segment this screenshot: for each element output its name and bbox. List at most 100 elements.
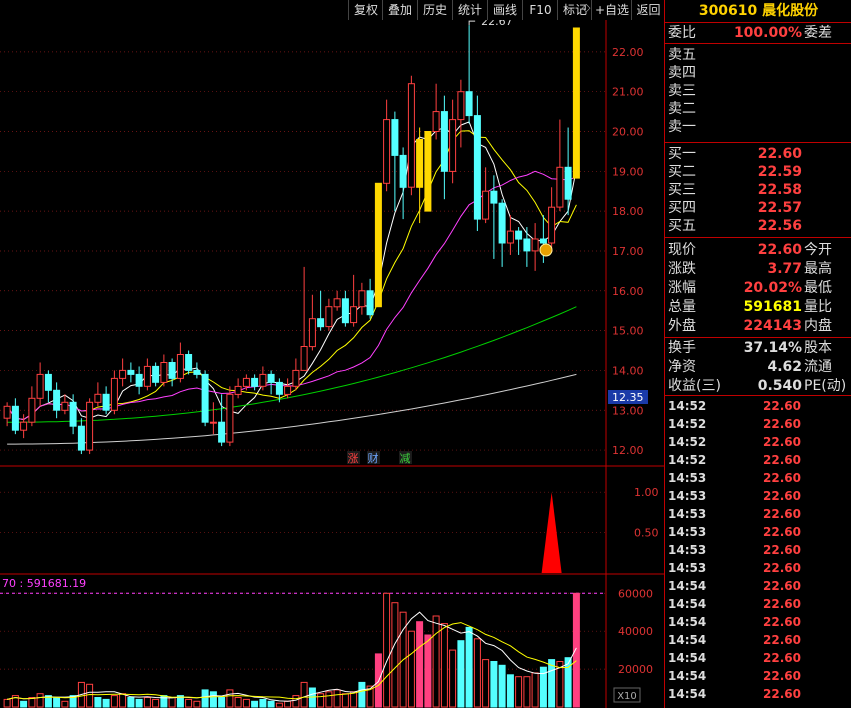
toolbar-button[interactable]: +自选	[591, 0, 632, 20]
tick-time: 14:54	[668, 669, 707, 683]
marker-label: 涨	[348, 452, 359, 465]
quote-label-secondary: 最低	[804, 280, 832, 296]
candle	[20, 421, 28, 431]
candle	[193, 369, 201, 375]
candle	[465, 91, 473, 117]
tick-price: 22.60	[763, 507, 801, 521]
toolbar-button[interactable]: F10	[522, 0, 558, 20]
candle	[506, 230, 514, 244]
quote-value: 4.62	[767, 359, 802, 375]
separator	[665, 43, 851, 44]
diamond-icon[interactable]: ◇	[582, 2, 594, 14]
volume-bar	[110, 695, 118, 708]
volume-bar	[424, 634, 432, 708]
volume-bar	[102, 698, 110, 708]
candle	[498, 202, 506, 244]
toolbar-button[interactable]: 统计	[452, 0, 487, 20]
candle	[53, 389, 61, 411]
tick-time: 14:52	[668, 453, 707, 467]
toolbar-button[interactable]: 画线	[487, 0, 522, 20]
quote-row: 卖一	[665, 118, 851, 136]
candle	[242, 377, 250, 387]
y-tick-label: 20.00	[612, 126, 644, 139]
tick-price: 22.60	[763, 543, 801, 557]
quote-row: 净资 4.62 流通	[665, 358, 851, 376]
volume-bar	[94, 697, 102, 708]
volume-bar	[490, 661, 498, 708]
candle	[176, 354, 184, 379]
candle	[36, 373, 44, 399]
tick-price: 22.60	[763, 417, 801, 431]
candle	[341, 298, 349, 324]
candle	[523, 238, 531, 252]
candle	[473, 115, 481, 220]
volume-bar	[383, 592, 391, 708]
volume-bar	[86, 683, 94, 708]
unit-label: X10	[617, 691, 637, 702]
quote-label: 净资	[668, 359, 696, 375]
quote-row: 换手 37.14% 股本	[665, 339, 851, 357]
volume-bar	[226, 689, 234, 708]
candle	[3, 405, 11, 419]
toolbar-button[interactable]: 历史	[417, 0, 452, 20]
candle	[77, 425, 85, 451]
candle	[275, 381, 283, 395]
toolbar-button[interactable]: 复权	[348, 0, 383, 20]
toolbar-button[interactable]: 返回	[631, 0, 665, 20]
candle	[432, 111, 440, 132]
quote-label: 买四	[668, 200, 696, 216]
tick-time: 14:54	[668, 651, 707, 665]
volume-bar	[209, 691, 217, 708]
volume-bar	[185, 698, 193, 708]
stock-name: 晨化股份	[762, 3, 819, 19]
quote-label: 总量	[668, 299, 696, 315]
tick-time: 14:52	[668, 435, 707, 449]
volume-bar	[506, 674, 514, 708]
quote-value: 22.59	[757, 164, 802, 180]
volume-bar	[234, 697, 242, 708]
candle	[358, 290, 366, 308]
ma5-line	[6, 121, 577, 421]
volume-bar	[20, 700, 28, 708]
tick-price: 22.60	[763, 651, 801, 665]
volume-bar	[515, 676, 523, 708]
tick-price: 22.60	[763, 579, 801, 593]
quote-label-secondary: 量比	[804, 299, 832, 315]
volume-bar	[572, 592, 580, 708]
candle	[333, 298, 341, 308]
quote-row: 买五 22.56	[665, 217, 851, 235]
quote-row: 买一 22.60	[665, 145, 851, 163]
toolbar-button[interactable]: 叠加	[382, 0, 417, 20]
volume-legend: 70 : 591681.19	[2, 577, 86, 590]
volume-bar	[53, 697, 61, 708]
quote-row: 涨跌 3.77 最高	[665, 260, 851, 278]
tick-row: 14:52 22.60	[665, 451, 851, 469]
quote-value: 22.58	[757, 182, 802, 198]
tick-time: 14:53	[668, 561, 707, 575]
candle	[119, 369, 127, 379]
quote-row: 买二 22.59	[665, 163, 851, 181]
candle	[366, 290, 374, 316]
y-tick-label: 13.00	[612, 404, 644, 417]
quote-label: 收益(三)	[668, 378, 721, 394]
tick-price: 22.60	[763, 561, 801, 575]
volume-bar	[523, 676, 531, 708]
tick-price: 22.60	[763, 597, 801, 611]
volume-bar	[498, 664, 506, 708]
candle	[564, 166, 572, 200]
separator	[665, 142, 851, 143]
quote-row: 总量 591681 量比	[665, 298, 851, 316]
quote-value: 20.02%	[743, 280, 802, 296]
candle	[11, 405, 19, 431]
volume-bar	[135, 698, 143, 708]
tick-row: 14:52 22.60	[665, 415, 851, 433]
volume-bar	[168, 697, 176, 708]
volume-bar	[333, 689, 341, 708]
volume-bar	[449, 649, 457, 708]
tick-time: 14:52	[668, 399, 707, 413]
candle	[127, 369, 135, 375]
tick-price: 22.60	[763, 471, 801, 485]
quote-label-secondary: 委差	[804, 25, 832, 41]
tick-price: 22.60	[763, 633, 801, 647]
volume-bar	[61, 700, 69, 708]
